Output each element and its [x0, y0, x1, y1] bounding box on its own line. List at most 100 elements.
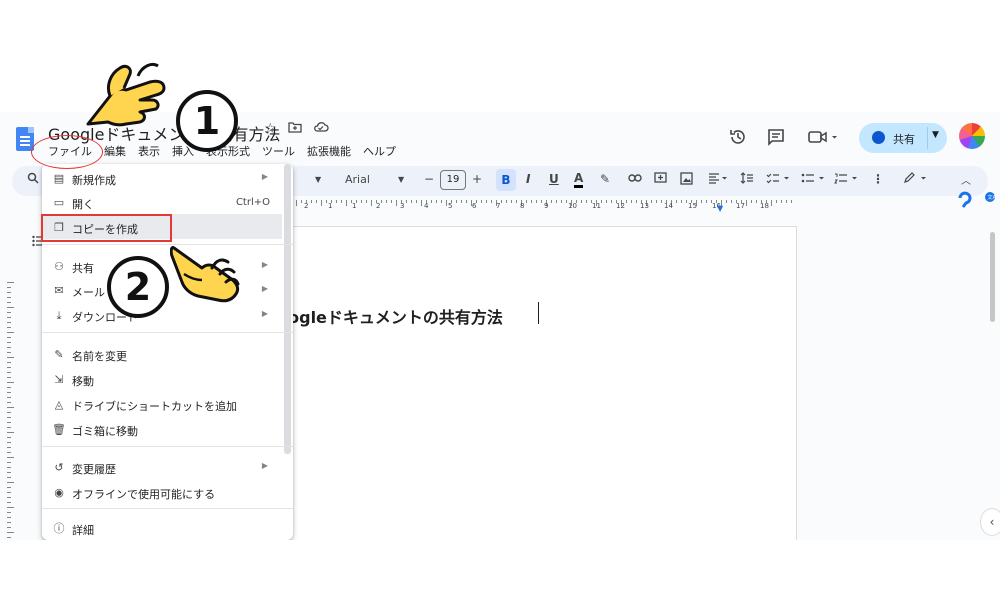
google-docs-window: Googleドキュメントの共有方法 ☆ ファイル 編集 表示 挿入 表示形式 ツ…	[0, 112, 1000, 540]
file-menu-item-label: 詳細	[72, 524, 94, 537]
ruler-tick	[301, 200, 302, 203]
file-menu-item-label: オフラインで使用可能にする	[72, 488, 216, 501]
font-size-decrease-button[interactable]: −	[424, 172, 434, 186]
font-size-input[interactable]: 19	[440, 170, 466, 190]
menu-edit[interactable]: 編集	[98, 143, 132, 159]
ruler-tick	[7, 392, 11, 393]
document-heading[interactable]: Googleドキュメントの共有方法	[264, 304, 503, 328]
file-menu-item[interactable]: ⇲ 移動	[42, 367, 282, 392]
ruler-tick	[661, 200, 662, 203]
side-panel-toggle-icon[interactable]: ‹	[980, 508, 1000, 536]
file-menu-item[interactable]: ◬ ドライブにショートカットを追加	[42, 392, 282, 417]
menu-extensions[interactable]: 拡張機能	[301, 143, 357, 159]
bulleted-list-icon[interactable]	[801, 172, 827, 187]
file-menu-item-label: 変更履歴	[72, 463, 116, 476]
document-scrollbar[interactable]	[990, 232, 995, 322]
style-dropdown-icon[interactable]: ▼	[315, 175, 321, 184]
ruler-number: 10	[568, 202, 577, 210]
right-indent-marker-icon[interactable]: ▼	[717, 204, 723, 213]
chevron-down-icon[interactable]: ▼	[932, 130, 939, 140]
text-color-button[interactable]: A	[574, 172, 584, 188]
ruler-tick	[631, 200, 632, 203]
trash-icon: 🗑	[52, 423, 66, 436]
ruler-tick	[636, 200, 637, 203]
ruler-tick	[386, 200, 387, 203]
ruler-number: 18	[760, 202, 769, 210]
editing-mode-icon[interactable]	[903, 172, 929, 187]
ruler-tick	[7, 372, 11, 373]
font-size-increase-button[interactable]: +	[472, 172, 482, 186]
file-menu-item[interactable]: ▤ 新規作成 ▶	[42, 166, 282, 191]
ruler-tick	[466, 200, 467, 203]
ruler-tick	[681, 200, 682, 203]
ruler-number: 9	[544, 202, 549, 210]
file-menu-item[interactable]: ◉ オフラインで使用可能にする	[42, 480, 282, 505]
add-comment-icon[interactable]	[654, 172, 667, 188]
ruler-tick	[506, 200, 507, 203]
italic-button[interactable]: I	[526, 172, 530, 186]
file-menu-item[interactable]: ✎ 名前を変更	[42, 342, 282, 367]
ruler-tick	[406, 200, 407, 203]
menu-tools[interactable]: ツール	[256, 143, 301, 159]
step-2-badge: 2	[107, 256, 169, 318]
insert-image-icon[interactable]	[680, 172, 693, 188]
ruler-tick	[326, 200, 327, 203]
version-history-icon[interactable]	[729, 128, 747, 151]
folder-icon: ▭	[53, 196, 65, 209]
align-left-icon[interactable]	[708, 172, 728, 187]
ruler-tick	[551, 200, 552, 203]
ruler-tick	[701, 200, 702, 203]
drive-shortcut-icon: ◬	[54, 398, 64, 411]
underline-button[interactable]: U	[549, 172, 559, 186]
search-menus-icon[interactable]	[27, 172, 39, 187]
menu-scrollbar[interactable]	[284, 164, 291, 454]
ruler-tick	[746, 200, 747, 206]
step-1-badge: 1	[176, 90, 238, 152]
ruler-tick	[431, 200, 432, 203]
file-menu-item[interactable]: ⓘ 詳細	[42, 516, 282, 540]
insert-link-icon[interactable]	[628, 172, 642, 186]
highlight-pen-icon[interactable]: ✎	[600, 172, 610, 186]
ruler-number: 7	[496, 202, 501, 210]
ruler-tick	[7, 532, 14, 533]
ruler-tick	[676, 200, 677, 203]
ruler-tick	[7, 367, 11, 368]
avatar[interactable]	[959, 123, 985, 149]
file-menu-item[interactable]: ▭ 開く Ctrl+O	[42, 190, 282, 215]
ruler-tick	[581, 200, 582, 203]
copy-item-highlight-box	[41, 214, 172, 242]
ruler-tick	[7, 522, 11, 523]
menu-view[interactable]: 表示	[132, 143, 166, 159]
ruler-tick	[7, 517, 11, 518]
vertical-ruler[interactable]	[0, 282, 14, 540]
ruler-tick	[7, 482, 14, 483]
ruler-number: 8	[520, 202, 525, 210]
ruler-tick	[536, 200, 537, 203]
move-folder-icon[interactable]	[288, 121, 302, 137]
more-options-icon[interactable]: ⋮	[872, 172, 884, 186]
comments-icon[interactable]	[767, 128, 785, 151]
checklist-icon[interactable]	[766, 172, 792, 187]
font-dropdown[interactable]: Arial	[345, 173, 370, 186]
ruler-tick	[726, 200, 727, 203]
numbered-list-icon[interactable]	[834, 172, 860, 187]
side-addon-icons[interactable]: 文A	[958, 188, 1000, 214]
cloud-status-icon[interactable]	[313, 121, 329, 137]
collapse-toolbar-icon[interactable]: ︿	[961, 172, 971, 187]
font-chevron-icon[interactable]: ▼	[398, 175, 404, 184]
file-menu-item[interactable]: ↺ 変更履歴 ▶	[42, 455, 282, 480]
ruler-tick	[791, 200, 792, 203]
meet-video-icon[interactable]	[808, 128, 838, 151]
bold-button[interactable]: B	[496, 169, 516, 191]
ruler-tick	[7, 327, 11, 328]
ruler-tick	[321, 200, 322, 206]
ruler-tick	[7, 527, 11, 528]
star-icon[interactable]: ☆	[264, 121, 277, 137]
line-spacing-icon[interactable]	[740, 172, 754, 187]
file-menu-item[interactable]: 🗑 ゴミ箱に移動	[42, 417, 282, 442]
ruler-tick	[7, 297, 11, 298]
share-button[interactable]: 共有 ▼	[859, 123, 947, 153]
ruler-tick	[566, 200, 567, 203]
file-menu-item-label: 移動	[72, 375, 94, 388]
menu-help[interactable]: ヘルプ	[357, 143, 402, 159]
